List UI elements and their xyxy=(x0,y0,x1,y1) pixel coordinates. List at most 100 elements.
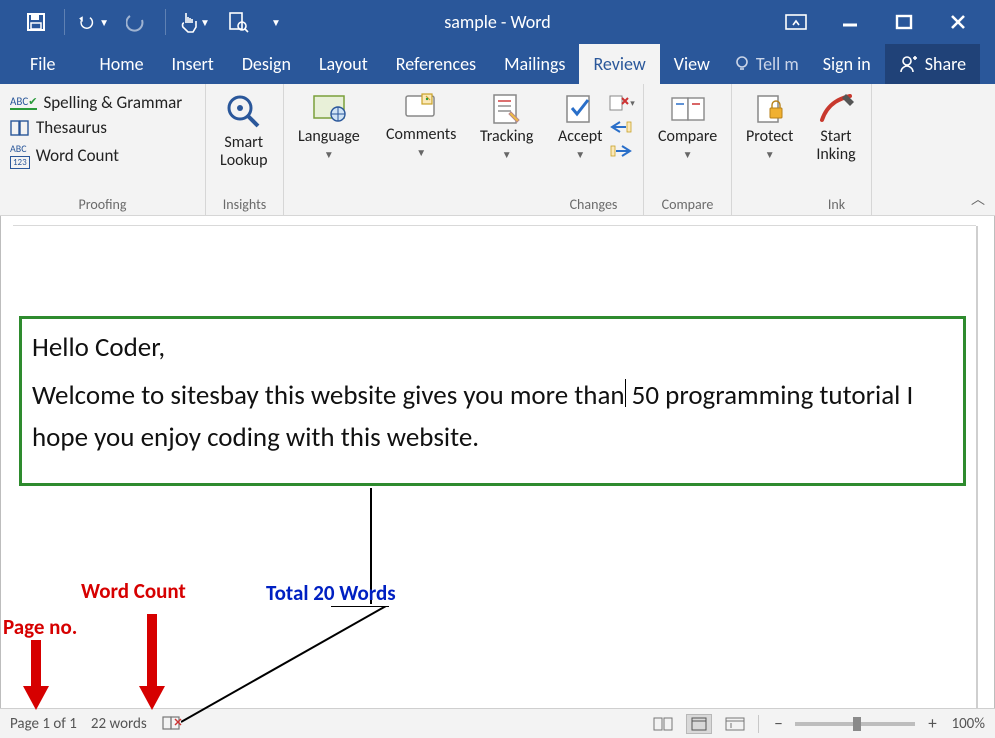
accept-icon xyxy=(562,92,598,126)
language-icon xyxy=(310,92,348,126)
tab-file[interactable]: File xyxy=(0,44,86,84)
minimize-icon xyxy=(841,13,859,31)
compare-label: Compare xyxy=(658,128,717,146)
lightbulb-icon xyxy=(734,55,752,73)
protect-label: Protect xyxy=(746,128,793,146)
close-button[interactable] xyxy=(943,7,973,37)
separator xyxy=(758,715,759,733)
print-preview-button[interactable] xyxy=(222,6,254,38)
redo-button[interactable] xyxy=(121,6,153,38)
chevron-down-icon: ▼ xyxy=(765,148,775,161)
reject-button[interactable]: ▾ xyxy=(606,92,636,114)
page-magnify-icon xyxy=(227,11,249,33)
ribbon-options-icon xyxy=(785,14,807,30)
accept-button[interactable]: Accept ▼ xyxy=(550,88,604,194)
compare-button[interactable]: Compare ▼ xyxy=(650,88,725,194)
qat-customize-button[interactable]: ▼ xyxy=(266,6,286,38)
share-icon xyxy=(899,54,919,74)
tab-design[interactable]: Design xyxy=(228,44,305,84)
comments-button[interactable]: Comments ▼ xyxy=(378,88,464,211)
tracking-icon xyxy=(489,92,525,126)
web-layout-button[interactable] xyxy=(722,714,748,734)
group-proofing: ABC✔ Spelling & Grammar Thesaurus ABC123… xyxy=(0,84,206,215)
group-label-protect xyxy=(738,211,796,213)
collapse-ribbon-button[interactable]: ︿ xyxy=(971,189,985,209)
group-tracking: Tracking ▼ xyxy=(466,84,544,215)
tracking-label: Tracking xyxy=(480,128,533,146)
tab-view[interactable]: View xyxy=(660,44,724,84)
annotation-arrow-words xyxy=(137,614,167,712)
zoom-track[interactable] xyxy=(795,722,915,726)
group-label-tracking xyxy=(472,211,538,213)
tell-me-label: Tell m xyxy=(756,53,799,75)
spelling-grammar-button[interactable]: ABC✔ Spelling & Grammar xyxy=(10,92,182,113)
title-bar: ▼ ▼ ▼ sample - Word xyxy=(0,0,995,44)
minimize-button[interactable] xyxy=(835,7,865,37)
touch-icon xyxy=(178,11,198,33)
tab-review[interactable]: Review xyxy=(579,44,659,84)
next-change-button[interactable] xyxy=(606,140,636,162)
touch-mode-button[interactable]: ▼ xyxy=(178,6,210,38)
group-label-compare: Compare xyxy=(650,194,725,213)
word-count-button[interactable]: ABC123 Word Count xyxy=(10,142,182,168)
ribbon-display-button[interactable] xyxy=(781,7,811,37)
status-page-number[interactable]: Page 1 of 1 xyxy=(10,715,77,733)
magnify-icon xyxy=(224,92,264,132)
window-controls xyxy=(781,7,995,37)
book-proof-icon xyxy=(161,715,183,733)
comments-label: Comments xyxy=(386,126,456,144)
zoom-in-button[interactable]: + xyxy=(923,713,941,734)
undo-button[interactable]: ▼ xyxy=(77,6,109,38)
annotation-arrow-page xyxy=(21,640,51,712)
spelling-label: Spelling & Grammar xyxy=(43,92,182,113)
group-label-language xyxy=(290,211,366,213)
status-proofing-button[interactable] xyxy=(161,715,183,733)
annotation-connector-diagonal xyxy=(181,606,391,726)
tracking-button[interactable]: Tracking ▼ xyxy=(472,88,541,211)
document-greeting: Hello Coder, xyxy=(32,327,953,369)
ribbon: ABC✔ Spelling & Grammar Thesaurus ABC123… xyxy=(0,84,995,216)
word-count-icon: ABC123 xyxy=(10,142,30,168)
language-label: Language xyxy=(298,128,360,146)
tell-me-search[interactable]: Tell m xyxy=(724,44,809,84)
zoom-level[interactable]: 100% xyxy=(951,715,985,733)
status-word-count[interactable]: 22 words xyxy=(91,715,147,733)
start-inking-button[interactable]: Start Inking xyxy=(808,88,864,194)
undo-icon xyxy=(77,12,97,32)
smart-lookup-button[interactable]: Smart Lookup xyxy=(212,88,275,194)
tab-layout[interactable]: Layout xyxy=(305,44,382,84)
protect-icon xyxy=(752,92,788,126)
reject-icon xyxy=(608,94,630,112)
ribbon-tabs: File Home Insert Design Layout Reference… xyxy=(0,44,995,84)
group-label-ink: Ink xyxy=(808,194,865,213)
tab-references[interactable]: References xyxy=(382,44,490,84)
zoom-out-button[interactable]: − xyxy=(769,713,787,734)
zoom-slider[interactable]: − + xyxy=(769,713,941,734)
page[interactable]: Hello Coder, Welcome to sitesbay this we… xyxy=(13,226,976,708)
maximize-button[interactable] xyxy=(889,7,919,37)
tab-home[interactable]: Home xyxy=(86,44,158,84)
share-button[interactable]: Share xyxy=(885,44,980,84)
zoom-thumb[interactable] xyxy=(853,717,861,731)
print-layout-icon xyxy=(690,717,708,731)
thesaurus-button[interactable]: Thesaurus xyxy=(10,117,182,138)
chevron-down-icon: ▼ xyxy=(99,16,109,29)
arrow-right-icon xyxy=(610,144,632,158)
print-layout-button[interactable] xyxy=(686,714,712,734)
tab-insert[interactable]: Insert xyxy=(158,44,228,84)
group-label-comments xyxy=(378,211,460,213)
chevron-down-icon: ▼ xyxy=(271,16,281,29)
redo-icon xyxy=(126,12,148,32)
share-label: Share xyxy=(925,53,966,75)
protect-button[interactable]: Protect ▼ xyxy=(738,88,801,211)
save-button[interactable] xyxy=(20,6,52,38)
read-mode-button[interactable] xyxy=(650,714,676,734)
chevron-down-icon: ▼ xyxy=(416,146,426,159)
thesaurus-label: Thesaurus xyxy=(36,117,107,138)
language-button[interactable]: Language ▼ xyxy=(290,88,368,211)
signin-button[interactable]: Sign in xyxy=(809,44,885,84)
chevron-down-icon: ▼ xyxy=(683,148,693,161)
previous-change-button[interactable] xyxy=(606,116,636,138)
chevron-down-icon: ▼ xyxy=(575,148,585,161)
tab-mailings[interactable]: Mailings xyxy=(490,44,579,84)
